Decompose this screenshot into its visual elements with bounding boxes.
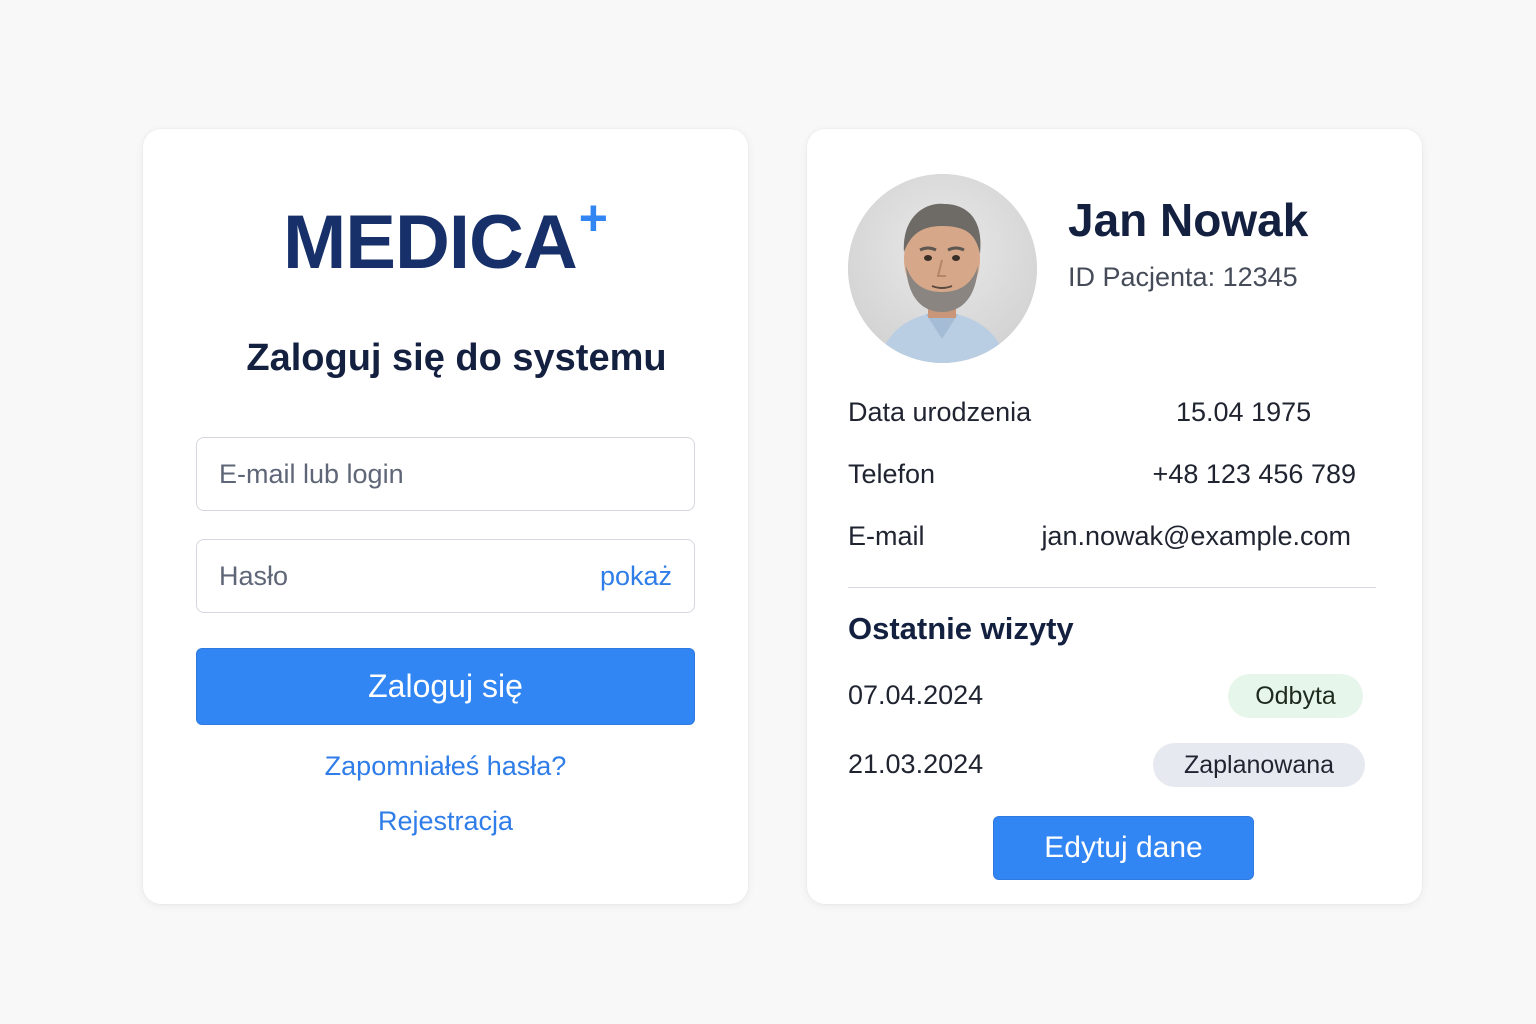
login-title: Zaloguj się do systemu <box>246 337 667 379</box>
forgot-password-link[interactable]: Zapomniałeś hasła? <box>143 751 748 782</box>
status-badge: Zaplanowana <box>1153 743 1365 787</box>
birthdate-label: Data urodzenia <box>848 397 1032 427</box>
password-field-wrapper: pokaż <box>196 539 695 613</box>
show-password-toggle[interactable]: pokaż <box>600 540 672 612</box>
edit-data-button[interactable]: Edytuj dane <box>993 816 1254 880</box>
phone-label: Telefon <box>848 459 936 489</box>
email-label: E-mail <box>848 521 925 551</box>
email-input[interactable] <box>197 438 694 510</box>
divider <box>848 587 1376 588</box>
login-button[interactable]: Zaloguj się <box>196 648 695 725</box>
plus-icon: + <box>578 190 608 246</box>
register-link[interactable]: Rejestracja <box>143 806 748 837</box>
login-card: MEDICA+ Zaloguj się do systemu pokaż Zal… <box>143 129 748 904</box>
visit-date: 07.04.2024 <box>848 680 984 710</box>
phone-value: +48 123 456 789 <box>1152 459 1356 489</box>
email-field-wrapper <box>196 437 695 511</box>
patient-photo-icon <box>848 174 1037 363</box>
logo: MEDICA+ <box>143 193 748 285</box>
patient-name: Jan Nowak <box>1068 194 1309 246</box>
patient-id: ID Pacjenta: 12345 <box>1068 262 1298 292</box>
patient-profile-card: Jan Nowak ID Pacjenta: 12345 Data urodze… <box>807 129 1422 904</box>
recent-visits-title: Ostatnie wizyty <box>848 611 1074 646</box>
avatar <box>848 174 1037 363</box>
logo-text: MEDICA <box>283 200 578 285</box>
status-badge: Odbyta <box>1228 674 1363 718</box>
email-value: jan.nowak@example.com <box>1041 521 1351 551</box>
visit-date: 21.03.2024 <box>848 749 984 779</box>
birthdate-value: 15.04 1975 <box>1176 397 1312 427</box>
